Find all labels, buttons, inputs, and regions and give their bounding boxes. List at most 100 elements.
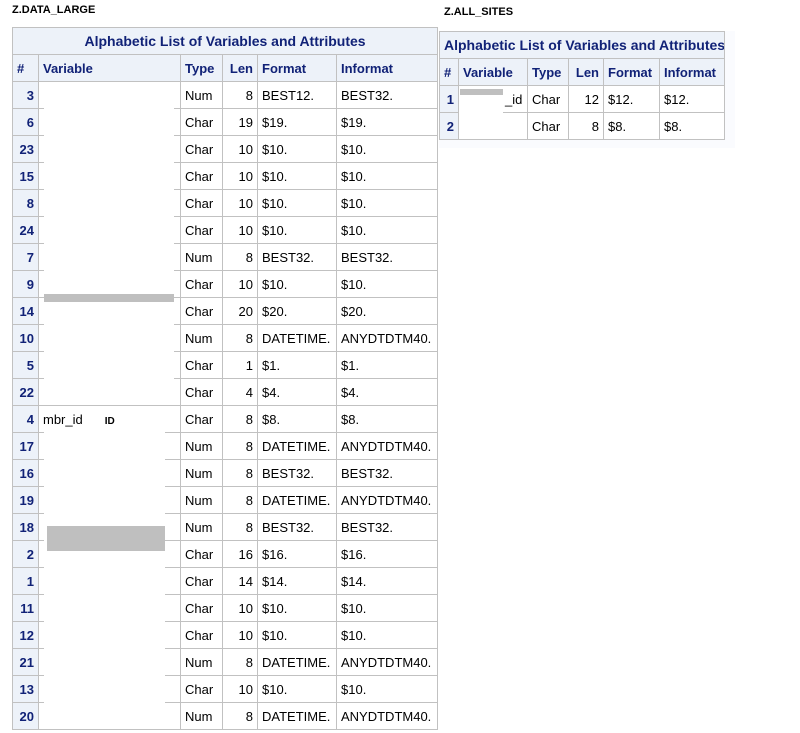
informat-cell: $10.	[335, 162, 439, 190]
len-cell: 8	[222, 702, 258, 730]
type-cell: Char	[180, 675, 223, 703]
column-header: Variable	[38, 54, 181, 82]
len-cell: 19	[222, 108, 258, 136]
type-cell: Char	[180, 594, 223, 622]
len-cell: 8	[222, 324, 258, 352]
format-cell: BEST32.	[257, 513, 337, 541]
format-cell: $10.	[257, 675, 337, 703]
redaction-bar	[44, 294, 174, 302]
column-header: Informat	[335, 54, 439, 82]
table-row: 4 mbr_id ID Char 8 $8. $8.	[12, 405, 439, 433]
type-cell: Num	[180, 513, 223, 541]
row-number: 19	[12, 486, 39, 514]
len-cell: 8	[222, 243, 258, 271]
redaction-bar	[47, 526, 165, 551]
len-cell: 16	[222, 540, 258, 568]
len-cell: 12	[568, 85, 604, 113]
len-cell: 8	[222, 513, 258, 541]
table-title: Alphabetic List of Variables and Attribu…	[438, 31, 726, 59]
format-cell: BEST32.	[257, 459, 337, 487]
informat-cell: $8.	[335, 405, 439, 433]
row-number: 1	[439, 85, 459, 113]
informat-cell: $1.	[335, 351, 439, 379]
format-cell: $10.	[257, 162, 337, 190]
type-cell: Char	[180, 270, 223, 298]
type-cell: Num	[180, 243, 223, 271]
variable-name: mbr_id	[43, 411, 83, 427]
len-cell: 10	[222, 594, 258, 622]
type-cell: Char	[180, 378, 223, 406]
len-cell: 10	[222, 189, 258, 217]
type-cell: Char	[180, 216, 223, 244]
format-cell: BEST12.	[257, 81, 337, 109]
informat-cell: BEST32.	[335, 81, 439, 109]
informat-cell: $19.	[335, 108, 439, 136]
informat-cell: ANYDTDTM40.	[335, 432, 439, 460]
informat-cell: $10.	[335, 594, 439, 622]
format-cell: $20.	[257, 297, 337, 325]
len-cell: 10	[222, 135, 258, 163]
format-cell: DATETIME.	[257, 432, 337, 460]
informat-cell: $4.	[335, 378, 439, 406]
len-cell: 8	[568, 112, 604, 140]
row-number: 14	[12, 297, 39, 325]
informat-cell: $14.	[335, 567, 439, 595]
column-header: Informat	[658, 58, 726, 86]
informat-cell: $10.	[335, 189, 439, 217]
type-cell: Num	[180, 702, 223, 730]
format-cell: $19.	[257, 108, 337, 136]
format-cell: DATETIME.	[257, 486, 337, 514]
format-cell: $8.	[257, 405, 337, 433]
type-cell: Char	[180, 621, 223, 649]
column-header: #	[439, 58, 459, 86]
type-cell: Char	[180, 351, 223, 379]
format-cell: $8.	[603, 112, 660, 140]
len-cell: 10	[222, 270, 258, 298]
informat-cell: $10.	[335, 135, 439, 163]
row-number: 20	[12, 702, 39, 730]
len-cell: 8	[222, 432, 258, 460]
type-cell: Char	[180, 162, 223, 190]
len-cell: 8	[222, 405, 258, 433]
column-header: Type	[527, 58, 569, 86]
type-cell: Char	[527, 85, 569, 113]
informat-cell: $12.	[658, 85, 726, 113]
informat-cell: $10.	[335, 270, 439, 298]
row-number: 10	[12, 324, 39, 352]
type-cell: Char	[180, 108, 223, 136]
type-cell: Char	[180, 135, 223, 163]
informat-cell: $10.	[335, 216, 439, 244]
len-cell: 8	[222, 81, 258, 109]
format-cell: $10.	[257, 135, 337, 163]
row-number: 6	[12, 108, 39, 136]
informat-cell: BEST32.	[335, 459, 439, 487]
type-cell: Num	[180, 459, 223, 487]
len-cell: 10	[222, 675, 258, 703]
format-cell: DATETIME.	[257, 648, 337, 676]
format-cell: $10.	[257, 189, 337, 217]
row-number: 15	[12, 162, 39, 190]
type-cell: Char	[180, 189, 223, 217]
format-cell: $14.	[257, 567, 337, 595]
column-header: Format	[257, 54, 337, 82]
format-cell: $4.	[257, 378, 337, 406]
row-number: 22	[12, 378, 39, 406]
row-number: 17	[12, 432, 39, 460]
len-cell: 10	[222, 621, 258, 649]
len-cell: 20	[222, 297, 258, 325]
len-cell: 8	[222, 486, 258, 514]
row-number: 23	[12, 135, 39, 163]
redaction-box	[44, 82, 174, 402]
len-cell: 14	[222, 567, 258, 595]
format-cell: $10.	[257, 216, 337, 244]
variable-name: _id	[505, 91, 523, 107]
row-number: 9	[12, 270, 39, 298]
column-header: Variable	[458, 58, 528, 86]
informat-cell: $16.	[335, 540, 439, 568]
informat-cell: BEST32.	[335, 243, 439, 271]
column-header: Format	[603, 58, 660, 86]
row-number: 2	[12, 540, 39, 568]
informat-cell: ANYDTDTM40.	[335, 702, 439, 730]
type-cell: Char	[180, 540, 223, 568]
informat-cell: BEST32.	[335, 513, 439, 541]
